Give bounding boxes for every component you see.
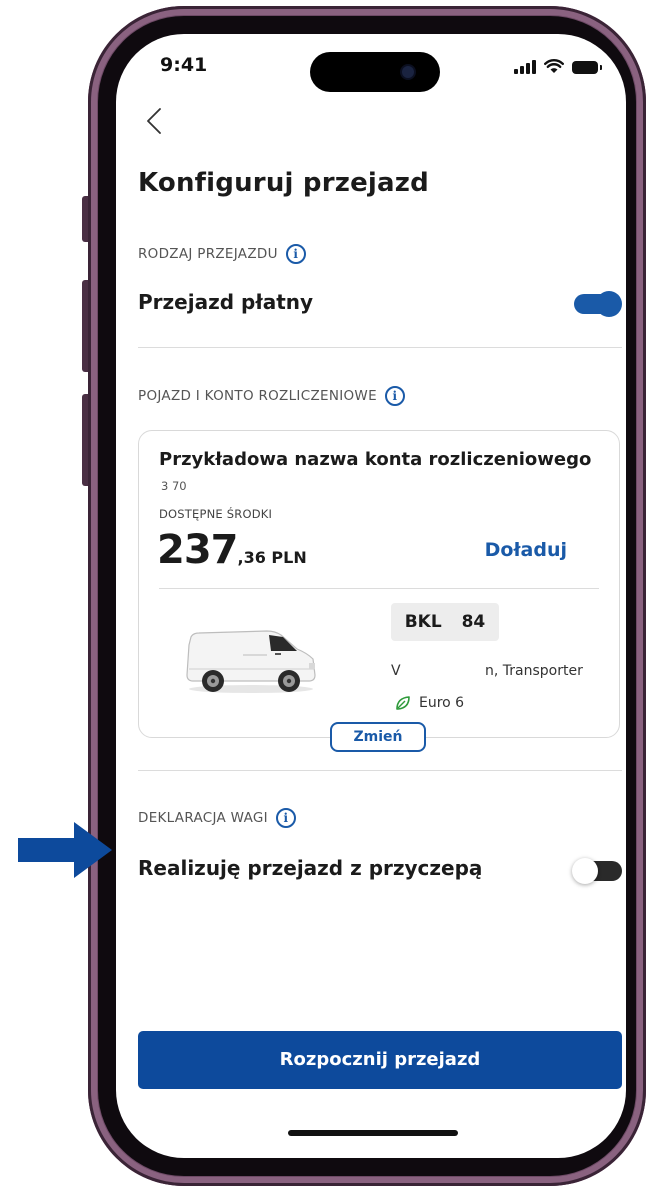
trip-type-section-label: RODZAJ PRZEJAZDU i [138, 244, 306, 264]
trip-type-label-text: RODZAJ PRZEJAZDU [138, 246, 278, 262]
paid-trip-toggle[interactable] [574, 291, 622, 317]
vehicle-account-label-text: POJAZD I KONTO ROZLICZENIOWE [138, 388, 377, 404]
available-funds-label: DOSTĘPNE ŚRODKI [159, 507, 273, 521]
weight-label-text: DEKLARACJA WAGI [138, 810, 268, 826]
vehicle-model: n, Transporter [485, 663, 583, 679]
info-icon[interactable]: i [285, 244, 306, 264]
back-chevron-icon[interactable] [140, 106, 170, 136]
vehicle-account-card: Przykładowa nazwa konta rozliczeniowego … [138, 430, 620, 738]
balance-rest: ,36 PLN [237, 548, 307, 567]
camera-icon [402, 66, 414, 78]
pointer-arrow-icon [18, 822, 112, 878]
emission-label: Euro 6 [419, 695, 465, 711]
trailer-toggle[interactable] [572, 858, 622, 884]
card-divider [159, 588, 599, 589]
vehicle-account-section-label: POJAZD I KONTO ROZLICZENIOWE i [138, 386, 405, 406]
divider [138, 770, 622, 771]
signal-icon [514, 60, 536, 74]
dynamic-island [310, 52, 440, 92]
balance-amount: 237,36 PLN [157, 527, 307, 573]
divider [138, 347, 622, 348]
toggle-knob [572, 858, 598, 884]
van-image [186, 630, 316, 693]
emission-class: Euro 6 [395, 695, 464, 711]
top-up-link[interactable]: Doładuj [485, 539, 567, 561]
phone-screen: 9:41 Konfiguruj przejazd RODZAJ PRZEJAZD… [116, 34, 626, 1158]
balance-whole: 237 [157, 527, 238, 573]
paid-trip-label: Przejazd płatny [138, 290, 314, 314]
vehicle-make: V [391, 663, 401, 679]
wifi-icon [544, 59, 564, 73]
info-icon[interactable]: i [275, 808, 296, 828]
info-icon[interactable]: i [384, 386, 405, 406]
weight-section-label: DEKLARACJA WAGI i [138, 808, 296, 828]
battery-icon [572, 61, 602, 74]
page-title: Konfiguruj przejazd [138, 168, 429, 198]
account-number: 3 70 [161, 479, 187, 493]
status-time: 9:41 [160, 54, 208, 76]
trailer-label: Realizuję przejazd z przyczepą [138, 856, 483, 880]
account-name: Przykładowa nazwa konta rozliczeniowego [159, 449, 592, 470]
license-plate: BKL 84 [391, 603, 499, 641]
change-vehicle-button[interactable]: Zmień [330, 722, 426, 752]
home-indicator[interactable] [288, 1130, 458, 1136]
start-trip-button[interactable]: Rozpocznij przejazd [138, 1031, 622, 1089]
toggle-knob [596, 291, 622, 317]
leaf-icon [396, 696, 410, 710]
status-icons [514, 58, 602, 74]
